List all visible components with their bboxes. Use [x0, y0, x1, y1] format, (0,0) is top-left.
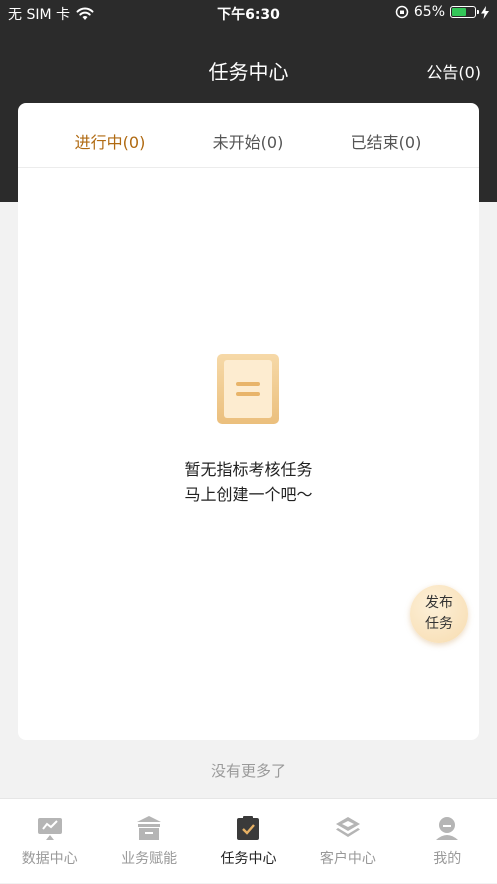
tabbar-label: 业务赋能 — [121, 851, 178, 867]
notice-button[interactable]: 公告(0) — [426, 59, 481, 83]
tabbar-label: 我的 — [433, 851, 462, 867]
empty-hint: 马上创建一个吧～ — [184, 485, 313, 504]
battery-percent: 65% — [413, 4, 445, 20]
empty-message: 暂无指标考核任务 — [184, 460, 313, 479]
orientation-lock-icon — [395, 5, 409, 19]
page-title: 任务中心 — [208, 60, 289, 84]
task-tabs: 进行中(0) 未开始(0) 已结束(0) — [18, 103, 479, 168]
tab-ended[interactable]: 已结束(0) — [351, 129, 422, 153]
tabbar-label: 客户中心 — [319, 851, 376, 867]
task-card: 进行中(0) 未开始(0) 已结束(0) 暂无指标考核任务 马上创建一个吧～ 发… — [18, 103, 479, 740]
box-icon — [137, 816, 162, 840]
tabbar-label: 数据中心 — [21, 851, 78, 867]
tab-in-progress[interactable]: 进行中(0) — [75, 129, 146, 153]
document-icon — [217, 354, 279, 424]
title-bar: 任务中心 公告(0) — [0, 52, 497, 88]
tabbar-data-center[interactable]: 数据中心 — [0, 799, 99, 884]
layers-icon — [335, 817, 360, 837]
publish-task-label-2: 任务 — [425, 616, 453, 632]
publish-task-button[interactable]: 发布 任务 — [410, 585, 468, 643]
tabbar-mine[interactable]: 我的 — [398, 799, 497, 884]
bottom-tab-bar: 数据中心 业务赋能 任务中心 客户中心 我的 — [0, 798, 497, 883]
tabbar-task-center[interactable]: 任务中心 — [199, 799, 298, 884]
user-icon — [436, 817, 459, 840]
tab-not-started[interactable]: 未开始(0) — [213, 129, 284, 153]
tabbar-label: 任务中心 — [220, 851, 277, 867]
tabbar-customer-center[interactable]: 客户中心 — [298, 799, 397, 884]
publish-task-label-1: 发布 — [425, 595, 453, 611]
battery-icon — [450, 6, 479, 18]
charging-bolt-icon — [481, 5, 489, 19]
clipboard-check-icon — [237, 816, 260, 840]
battery-level — [452, 8, 466, 16]
tabbar-business[interactable]: 业务赋能 — [99, 799, 198, 884]
chart-monitor-icon — [37, 818, 62, 840]
no-more-text: 没有更多了 — [210, 762, 286, 780]
status-bar: 无 SIM 卡 下午6:30 65% — [0, 0, 497, 28]
